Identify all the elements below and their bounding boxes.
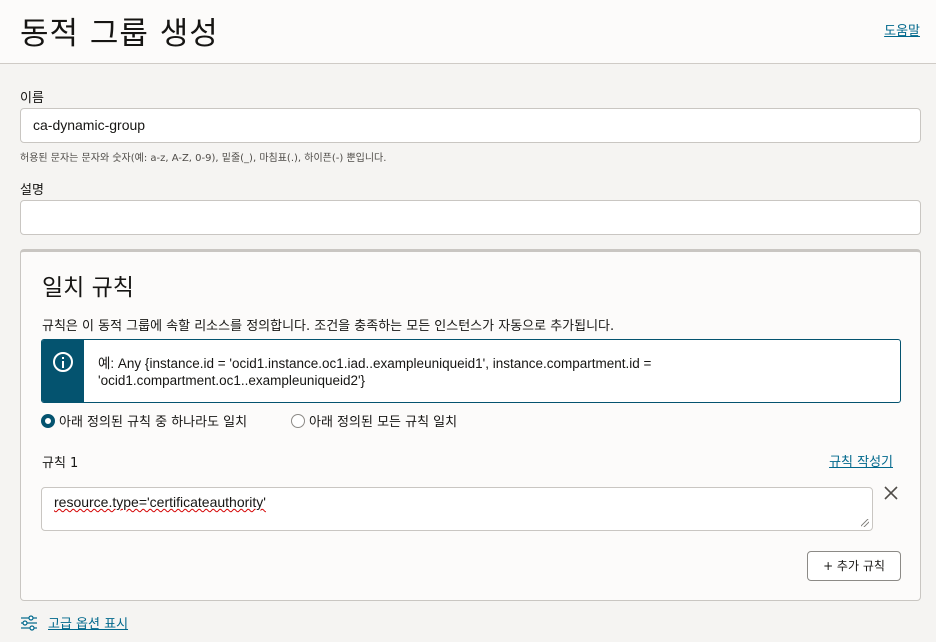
description-label: 설명 [20, 183, 44, 198]
sliders-icon [21, 614, 37, 631]
add-rule-button[interactable]: + 추가 규칙 [807, 551, 901, 581]
radio-match-any-label: 아래 정의된 규칙 중 하나라도 일치 [59, 415, 248, 430]
radio-match-all-label: 아래 정의된 모든 규칙 일치 [309, 415, 458, 430]
example-info-box: 예: Any {instance.id = 'ocid1.instance.oc… [41, 339, 901, 403]
matching-rules-panel: 일치 규칙 규칙은 이 동적 그룹에 속할 리소스를 정의합니다. 조건을 충족… [20, 249, 921, 601]
page-header: 동적 그룹 생성 도움말 [0, 0, 936, 64]
name-hint: 허용된 문자는 문자와 숫자(예: a-z, A-Z, 0-9), 밑줄(_),… [20, 153, 387, 164]
resize-grip-icon[interactable] [861, 519, 869, 527]
example-text: 예: Any {instance.id = 'ocid1.instance.oc… [98, 356, 652, 388]
rule-label: 규칙 1 [42, 456, 79, 471]
radio-button-unselected[interactable] [291, 413, 305, 428]
advanced-options-toggle[interactable]: 고급 옵션 표시 [20, 613, 128, 632]
radio-button-selected[interactable] [41, 413, 55, 428]
radio-match-all[interactable]: 아래 정의된 모든 규칙 일치 [291, 411, 457, 430]
radio-match-any[interactable]: 아래 정의된 규칙 중 하나라도 일치 [41, 411, 247, 430]
info-icon [53, 352, 73, 372]
matching-rules-description: 규칙은 이 동적 그룹에 속할 리소스를 정의합니다. 조건을 충족하는 모든 … [42, 319, 615, 334]
rule-builder-link[interactable]: 규칙 작성기 [829, 451, 893, 470]
info-stripe [42, 340, 84, 402]
rule-input-text: resource.type='certificateauthority' [54, 494, 266, 510]
close-icon[interactable] [882, 484, 900, 502]
advanced-options-label[interactable]: 고급 옵션 표시 [48, 613, 128, 632]
matching-rules-title: 일치 규칙 [42, 275, 134, 301]
rule-input[interactable]: resource.type='certificateauthority' [41, 487, 873, 531]
name-input[interactable]: ca-dynamic-group [20, 108, 921, 143]
help-link[interactable]: 도움말 [884, 20, 920, 39]
description-input[interactable] [20, 200, 921, 235]
page-title: 동적 그룹 생성 [20, 16, 219, 52]
name-label: 이름 [20, 91, 44, 106]
